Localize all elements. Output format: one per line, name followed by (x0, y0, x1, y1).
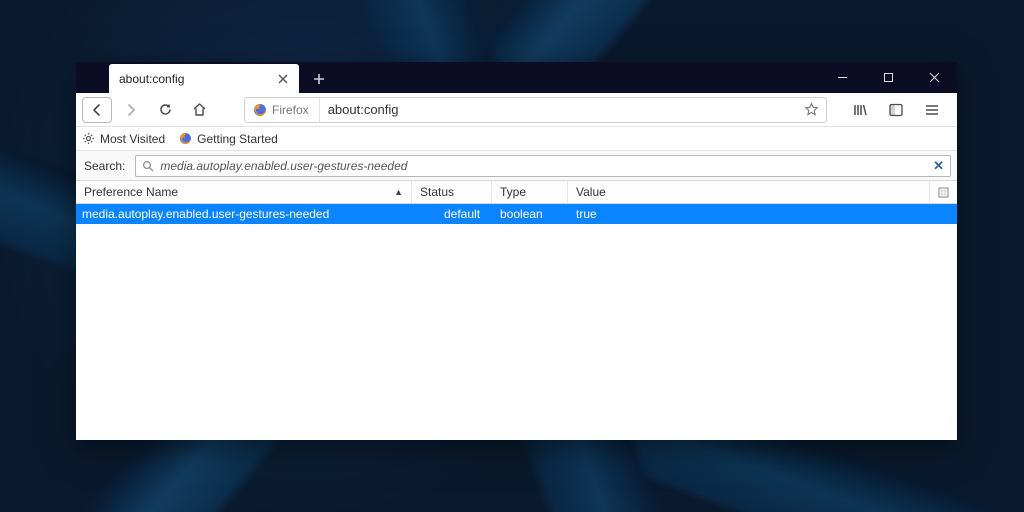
bookmark-label: Most Visited (100, 132, 165, 146)
identity-label: Firefox (272, 103, 309, 117)
col-status[interactable]: Status (412, 181, 492, 203)
pref-search-input[interactable] (160, 159, 927, 173)
close-tab-icon[interactable] (275, 71, 291, 87)
menu-button[interactable] (919, 97, 945, 123)
forward-button[interactable] (116, 96, 146, 124)
col-value[interactable]: Value (568, 181, 930, 203)
pref-search-row: Search: ✕ (76, 151, 957, 181)
col-type[interactable]: Type (492, 181, 568, 203)
bookmark-star-icon[interactable] (796, 102, 826, 117)
titlebar: about:config (76, 62, 957, 93)
clear-search-icon[interactable]: ✕ (933, 158, 944, 174)
url-bar[interactable]: Firefox about:config (244, 97, 827, 123)
search-icon (142, 160, 154, 172)
cell-value: true (568, 207, 957, 221)
tab-about-config[interactable]: about:config (109, 64, 299, 93)
new-tab-button[interactable] (305, 65, 333, 93)
reload-button[interactable] (150, 96, 180, 124)
library-icon[interactable] (847, 97, 873, 123)
bookmarks-toolbar: Most Visited Getting Started (76, 127, 957, 151)
close-window-button[interactable] (911, 62, 957, 93)
cell-type: boolean (492, 207, 568, 221)
sidebar-icon[interactable] (883, 97, 909, 123)
firefox-icon (179, 132, 192, 145)
gear-icon (82, 132, 95, 145)
col-preference-name[interactable]: Preference Name ▲ (76, 181, 412, 203)
bookmark-label: Getting Started (197, 132, 278, 146)
tab-title: about:config (119, 72, 275, 86)
maximize-button[interactable] (865, 62, 911, 93)
cell-name: media.autoplay.enabled.user-gestures-nee… (76, 207, 412, 221)
toolbar-right (837, 97, 951, 123)
identity-chip[interactable]: Firefox (245, 98, 320, 122)
pref-search-box[interactable]: ✕ (135, 155, 951, 177)
browser-window: about:config (76, 62, 957, 440)
nav-buttons (82, 96, 214, 124)
window-controls (819, 62, 957, 93)
column-picker-icon[interactable] (930, 181, 957, 203)
minimize-button[interactable] (819, 62, 865, 93)
pref-table-header: Preference Name ▲ Status Type Value (76, 181, 957, 204)
bookmark-most-visited[interactable]: Most Visited (82, 132, 165, 146)
table-row[interactable]: media.autoplay.enabled.user-gestures-nee… (76, 204, 957, 224)
sort-asc-icon: ▲ (394, 187, 403, 197)
firefox-icon (253, 103, 267, 117)
back-button[interactable] (82, 97, 112, 123)
nav-toolbar: Firefox about:config (76, 93, 957, 127)
home-button[interactable] (184, 96, 214, 124)
bookmark-getting-started[interactable]: Getting Started (179, 132, 278, 146)
cell-status: default (412, 207, 492, 221)
pref-table-body[interactable] (76, 224, 957, 440)
url-text[interactable]: about:config (320, 102, 796, 117)
search-label: Search: (82, 159, 129, 173)
